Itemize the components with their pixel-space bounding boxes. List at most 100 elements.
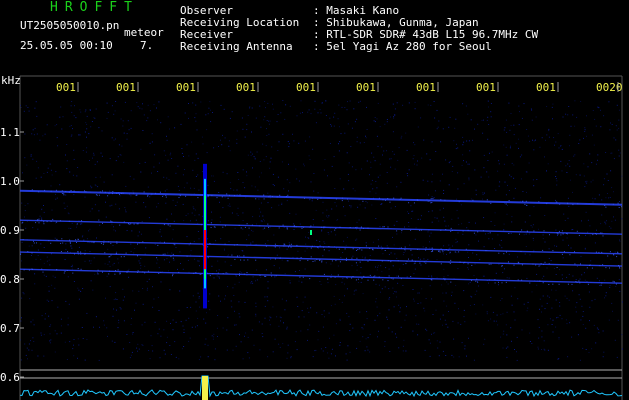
carrier-speck <box>268 196 270 198</box>
noise-speck <box>365 135 366 137</box>
carrier-speck <box>229 194 230 196</box>
noise-speck <box>414 268 416 270</box>
noise-speck <box>211 219 213 221</box>
noise-speck <box>431 276 433 278</box>
carrier-speck <box>599 265 601 267</box>
noise-speck <box>347 173 349 175</box>
noise-speck <box>366 129 368 130</box>
noise-speck <box>149 142 151 144</box>
noise-speck <box>322 255 324 257</box>
noise-speck <box>95 185 97 187</box>
noise-speck <box>91 121 93 122</box>
noise-speck <box>244 301 246 303</box>
carrier-speck <box>112 193 113 195</box>
noise-speck <box>568 205 570 207</box>
noise-speck <box>262 228 264 230</box>
noise-speck <box>113 229 115 231</box>
carrier-speck <box>605 206 607 208</box>
carrier-speck <box>20 253 21 255</box>
noise-speck <box>573 155 575 157</box>
carrier-speck <box>367 227 369 229</box>
noise-speck <box>212 112 213 113</box>
noise-speck <box>231 306 233 308</box>
noise-speck <box>619 201 620 202</box>
noise-speck <box>35 258 37 260</box>
noise-speck <box>569 134 571 136</box>
noise-speck <box>205 322 207 324</box>
noise-speck <box>297 306 299 307</box>
carrier-speck <box>454 251 456 253</box>
noise-speck <box>423 139 425 141</box>
noise-speck <box>360 272 362 274</box>
noise-speck <box>106 117 108 119</box>
carrier-speck <box>447 250 449 251</box>
noise-speck <box>116 299 118 300</box>
noise-speck <box>261 323 263 325</box>
noise-speck <box>100 152 102 154</box>
noise-speck <box>222 207 224 209</box>
noise-speck <box>579 174 581 176</box>
noise-speck <box>158 310 160 311</box>
noise-speck <box>299 112 301 114</box>
noise-speck <box>562 257 564 259</box>
noise-speck <box>473 304 475 305</box>
noise-speck <box>461 164 463 166</box>
noise-speck <box>443 216 445 218</box>
y-tick-label: 0.7 <box>0 322 20 335</box>
noise-speck <box>327 232 329 233</box>
carrier-speck <box>618 265 620 266</box>
noise-speck <box>30 255 32 256</box>
noise-speck <box>533 185 535 187</box>
carrier-speck <box>580 263 581 265</box>
noise-speck <box>491 151 493 153</box>
noise-speck <box>587 231 589 233</box>
noise-speck <box>67 212 69 214</box>
noise-speck <box>367 349 369 351</box>
noise-speck <box>76 226 77 228</box>
noise-speck <box>606 220 607 222</box>
noise-speck <box>20 105 21 106</box>
noise-speck <box>375 266 376 268</box>
carrier-speck <box>165 196 167 198</box>
carrier-speck <box>341 197 343 199</box>
carrier-speck <box>382 226 384 228</box>
noise-speck <box>439 318 441 320</box>
noise-speck <box>371 204 373 206</box>
noise-speck <box>211 265 213 267</box>
noise-speck <box>347 345 349 347</box>
carrier-speck <box>369 259 371 261</box>
carrier-speck <box>236 244 238 245</box>
noise-speck <box>537 319 539 321</box>
carrier-speck <box>99 191 101 193</box>
carrier-speck <box>539 280 541 282</box>
noise-speck <box>452 245 453 247</box>
noise-speck <box>470 295 472 297</box>
carrier-speck <box>302 276 304 278</box>
noise-speck <box>67 324 69 326</box>
noise-speck <box>382 253 384 255</box>
carrier-speck <box>160 271 162 273</box>
carrier-speck <box>451 230 453 231</box>
noise-speck <box>266 120 268 121</box>
noise-speck <box>237 215 239 216</box>
carrier-speck <box>532 263 534 265</box>
noise-speck <box>518 124 520 126</box>
carrier-speck <box>200 224 202 226</box>
carrier-speck <box>295 226 297 228</box>
noise-speck <box>297 250 299 252</box>
noise-speck <box>253 156 255 158</box>
noise-speck <box>215 240 217 242</box>
noise-speck <box>589 153 591 155</box>
noise-speck <box>295 213 297 215</box>
carrier-speck <box>388 275 390 277</box>
carrier-speck <box>31 268 33 270</box>
noise-speck <box>481 119 483 121</box>
noise-speck <box>349 330 351 332</box>
noise-speck <box>582 311 584 312</box>
noise-speck <box>196 325 198 327</box>
carrier-speck <box>617 202 619 204</box>
noise-speck <box>216 270 217 272</box>
noise-speck <box>99 176 101 178</box>
noise-speck <box>184 112 186 114</box>
noise-speck <box>370 167 372 169</box>
